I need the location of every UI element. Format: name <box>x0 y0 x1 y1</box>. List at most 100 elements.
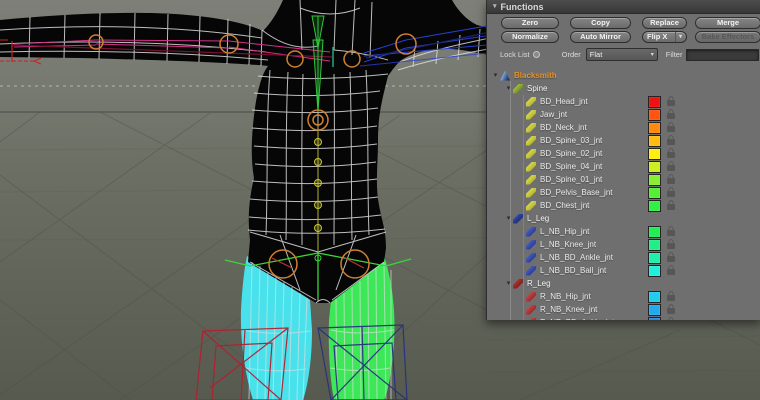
character-object-icon <box>500 70 510 81</box>
weight-color-swatch[interactable] <box>648 122 661 134</box>
tree-row-label: R_NB_Hip_jnt <box>540 292 591 301</box>
lock-icon[interactable] <box>667 200 675 210</box>
list-controls-row: Lock List Order Flat ▾ Filter <box>487 46 760 63</box>
tree-row[interactable]: ▾ L_NB_Hip_jnt <box>487 225 760 238</box>
tree-row-label: BD_Chest_jnt <box>540 201 590 210</box>
weight-color-swatch[interactable] <box>648 96 661 108</box>
lock-icon[interactable] <box>667 239 675 249</box>
lock-list-checkbox[interactable] <box>532 51 540 58</box>
weight-color-swatch[interactable] <box>648 161 661 173</box>
joint-group-icon <box>513 278 523 289</box>
joint-icon <box>526 200 536 211</box>
tree-row-label: R_NB_Knee_jnt <box>540 305 598 314</box>
lock-icon[interactable] <box>667 122 675 132</box>
filter-input[interactable] <box>686 48 759 61</box>
tree-row[interactable]: ▾ Blacksmith <box>487 69 760 82</box>
lock-icon[interactable] <box>667 226 675 236</box>
weight-color-swatch[interactable] <box>648 200 661 212</box>
tree-row[interactable]: ▾ BD_Spine_03_jnt <box>487 134 760 147</box>
chevron-down-icon: ▾ <box>674 32 682 42</box>
weight-color-swatch[interactable] <box>648 226 661 238</box>
lock-icon[interactable] <box>667 96 675 106</box>
tree-row-label: Spine <box>527 84 548 93</box>
replace-button[interactable]: Replace <box>642 17 687 29</box>
weight-color-swatch[interactable] <box>648 304 661 316</box>
weight-color-swatch[interactable] <box>648 252 661 264</box>
lock-icon[interactable] <box>667 109 675 119</box>
weights-manager-panel: ▾ Functions Zero Copy Replace Merge Norm… <box>486 0 760 320</box>
weight-color-swatch[interactable] <box>648 187 661 199</box>
order-select[interactable]: Flat ▾ <box>585 48 658 61</box>
order-value: Flat <box>589 50 603 59</box>
tree-row-label: BD_Spine_04_jnt <box>540 162 603 171</box>
weight-color-swatch[interactable] <box>648 239 661 251</box>
joint-icon <box>526 96 536 107</box>
joint-icon <box>526 226 536 237</box>
lock-icon[interactable] <box>667 148 675 158</box>
tree-row-label: L_NB_BD_Ball_jnt <box>540 266 607 275</box>
tree-row[interactable]: ▾ Spine <box>487 82 760 95</box>
tree-row[interactable]: ▾ BD_Spine_02_jnt <box>487 147 760 160</box>
copy-button[interactable]: Copy <box>570 17 631 29</box>
tree-row[interactable]: ▾ BD_Chest_jnt <box>487 199 760 212</box>
tree-row[interactable]: ▾ BD_Neck_jnt <box>487 121 760 134</box>
weight-color-swatch[interactable] <box>648 291 661 303</box>
weight-color-swatch[interactable] <box>648 135 661 147</box>
tree-row-label: R_NB_BD_Ankle_jnt <box>540 318 614 320</box>
tree-row[interactable]: ▾ BD_Spine_01_jnt <box>487 173 760 186</box>
tree-row[interactable]: ▾ L_Leg <box>487 212 760 225</box>
tree-row[interactable]: ▾ R_Leg <box>487 277 760 290</box>
lock-icon[interactable] <box>667 291 675 301</box>
tree-row[interactable]: ▾ BD_Spine_04_jnt <box>487 160 760 173</box>
application-window: ▾ Functions Zero Copy Replace Merge Norm… <box>0 0 760 400</box>
weight-color-swatch[interactable] <box>648 148 661 160</box>
filter-label: Filter <box>665 50 683 59</box>
tree-row[interactable]: ▾ R_NB_Knee_jnt <box>487 303 760 316</box>
tree-row-label: L_NB_Hip_jnt <box>540 227 590 236</box>
lock-icon[interactable] <box>667 135 675 145</box>
order-label: Order <box>561 50 581 59</box>
tree-row-label: BD_Pelvis_Base_jnt <box>540 188 613 197</box>
lock-icon[interactable] <box>667 187 675 197</box>
expand-arrow-icon[interactable]: ▾ <box>491 72 500 79</box>
weight-color-swatch[interactable] <box>648 265 661 277</box>
tree-row[interactable]: ▾ BD_Pelvis_Base_jnt <box>487 186 760 199</box>
normalize-button[interactable]: Normalize <box>501 31 559 43</box>
tree-row[interactable]: ▾ Jaw_jnt <box>487 108 760 121</box>
tree-row-label: BD_Neck_jnt <box>540 123 587 132</box>
expand-arrow-icon[interactable]: ▾ <box>504 85 513 92</box>
merge-button[interactable]: Merge <box>695 17 760 29</box>
tree-row-label: BD_Spine_01_jnt <box>540 175 603 184</box>
tree-row[interactable]: ▾ R_NB_BD_Ankle_jnt <box>487 316 760 320</box>
lock-icon[interactable] <box>667 252 675 262</box>
joint-icon <box>526 304 536 315</box>
expand-arrow-icon[interactable]: ▾ <box>504 215 513 222</box>
flip-x-dropdown-button[interactable]: Flip X ▾ <box>642 31 687 43</box>
tree-row[interactable]: ▾ BD_Head_jnt <box>487 95 760 108</box>
joint-icon <box>526 239 536 250</box>
lock-list-label: Lock List <box>500 50 530 59</box>
weight-color-swatch[interactable] <box>648 317 661 320</box>
tree-row-label: BD_Head_jnt <box>540 97 588 106</box>
tree-row[interactable]: ▾ L_NB_BD_Ball_jnt <box>487 264 760 277</box>
lock-icon[interactable] <box>667 265 675 275</box>
joint-tree: ▾ Blacksmith ▾ Spine ▾ BD_Head_jnt ▾ Jaw… <box>487 69 760 320</box>
joint-icon <box>526 291 536 302</box>
bake-effectors-button[interactable]: Bake Effectors <box>695 31 760 43</box>
expand-arrow-icon[interactable]: ▾ <box>504 280 513 287</box>
weight-color-swatch[interactable] <box>648 174 661 186</box>
tree-row-label: Jaw_jnt <box>540 110 568 119</box>
tree-row[interactable]: ▾ R_NB_Hip_jnt <box>487 290 760 303</box>
weight-color-swatch[interactable] <box>648 109 661 121</box>
joint-icon <box>526 109 536 120</box>
tree-row-label: L_Leg <box>527 214 550 223</box>
auto-mirror-button[interactable]: Auto Mirror <box>570 31 631 43</box>
joint-icon <box>526 148 536 159</box>
lock-icon[interactable] <box>667 304 675 314</box>
lock-icon[interactable] <box>667 174 675 184</box>
lock-icon[interactable] <box>667 161 675 171</box>
zero-button[interactable]: Zero <box>501 17 559 29</box>
tree-row[interactable]: ▾ L_NB_BD_Ankle_jnt <box>487 251 760 264</box>
tree-row[interactable]: ▾ L_NB_Knee_jnt <box>487 238 760 251</box>
functions-section-header[interactable]: ▾ Functions <box>487 0 760 14</box>
